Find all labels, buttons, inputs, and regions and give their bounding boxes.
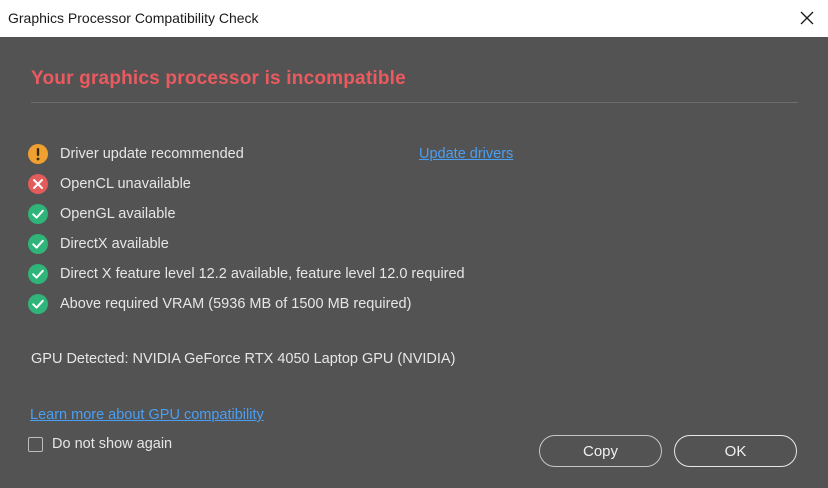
ok-button[interactable]: OK bbox=[674, 435, 797, 467]
window-title: Graphics Processor Compatibility Check bbox=[8, 10, 259, 26]
check-row-directx: DirectX available bbox=[28, 233, 169, 255]
check-label: Above required VRAM (5936 MB of 1500 MB … bbox=[60, 296, 412, 312]
close-icon bbox=[800, 11, 814, 25]
check-label: OpenGL available bbox=[60, 206, 176, 222]
warning-icon bbox=[28, 144, 48, 164]
check-label: OpenCL unavailable bbox=[60, 176, 191, 192]
gpu-detected: GPU Detected: NVIDIA GeForce RTX 4050 La… bbox=[31, 351, 456, 367]
check-label: Direct X feature level 12.2 available, f… bbox=[60, 266, 465, 282]
check-icon bbox=[28, 234, 48, 254]
do-not-show-label: Do not show again bbox=[52, 436, 173, 452]
check-row-driver: Driver update recommended bbox=[28, 143, 244, 165]
check-row-feature-level: Direct X feature level 12.2 available, f… bbox=[28, 263, 465, 285]
check-row-opengl: OpenGL available bbox=[28, 203, 176, 225]
check-label: Driver update recommended bbox=[60, 146, 244, 162]
title-bar: Graphics Processor Compatibility Check bbox=[0, 0, 828, 37]
update-drivers-link[interactable]: Update drivers bbox=[419, 146, 513, 162]
error-icon bbox=[28, 174, 48, 194]
check-icon bbox=[28, 294, 48, 314]
check-row-opencl: OpenCL unavailable bbox=[28, 173, 191, 195]
copy-button[interactable]: Copy bbox=[539, 435, 662, 467]
do-not-show-checkbox[interactable] bbox=[28, 436, 43, 452]
page-title: Your graphics processor is incompatible bbox=[31, 68, 406, 89]
learn-more-link[interactable]: Learn more about GPU compatibility bbox=[30, 407, 264, 423]
do-not-show-again[interactable]: Do not show again bbox=[28, 436, 172, 452]
check-label: DirectX available bbox=[60, 236, 169, 252]
dialog-content: Your graphics processor is incompatible … bbox=[0, 37, 828, 488]
divider bbox=[31, 102, 798, 103]
check-icon bbox=[28, 204, 48, 224]
check-row-vram: Above required VRAM (5936 MB of 1500 MB … bbox=[28, 293, 411, 315]
check-icon bbox=[28, 264, 48, 284]
close-button[interactable] bbox=[792, 4, 822, 32]
